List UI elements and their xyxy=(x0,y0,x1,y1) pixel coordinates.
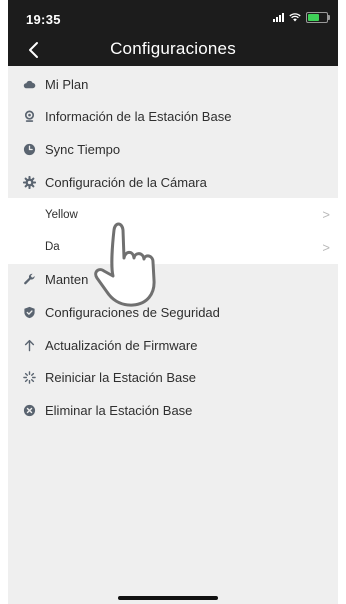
menu-item-security[interactable]: Configuraciones de Seguridad xyxy=(8,296,338,329)
menu-item-label: Eliminar la Estación Base xyxy=(45,402,193,418)
menu-item-label: Sync Tiempo xyxy=(45,141,121,157)
home-indicator xyxy=(118,596,218,600)
menu-item-restart-base-station[interactable]: Reiniciar la Estación Base xyxy=(8,361,338,394)
menu-item-mi-plan[interactable]: Mi Plan xyxy=(8,68,338,101)
nav-bar: Configuraciones xyxy=(8,34,338,66)
menu-item-label: Configuraciones de Seguridad xyxy=(45,304,220,320)
camera-item-da[interactable]: Da > xyxy=(8,230,338,264)
status-icons xyxy=(273,12,330,23)
signal-icon xyxy=(273,13,284,22)
camera-item-label: Yellow xyxy=(45,208,78,221)
settings-menu: Mi Plan Información de la Estación Base … xyxy=(8,66,338,427)
webcam-icon xyxy=(22,110,36,124)
gear-icon xyxy=(22,175,36,189)
menu-item-label: Configuración de la Cámara xyxy=(45,174,207,190)
menu-item-label: Mi Plan xyxy=(45,76,89,92)
menu-item-maintenance[interactable]: Manten xyxy=(8,264,338,297)
arrow-up-icon xyxy=(22,338,36,352)
status-time: 19:35 xyxy=(26,12,61,27)
camera-item-label: Da xyxy=(45,241,60,254)
remove-icon xyxy=(22,403,36,417)
menu-item-firmware-update[interactable]: Actualización de Firmware xyxy=(8,329,338,362)
cloud-icon xyxy=(22,77,36,91)
menu-item-camera-config[interactable]: Configuración de la Cámara xyxy=(8,166,338,199)
chevron-right-icon: > xyxy=(322,239,330,255)
page-title: Configuraciones xyxy=(110,39,236,58)
menu-item-sync-time[interactable]: Sync Tiempo xyxy=(8,133,338,166)
menu-item-base-station-info[interactable]: Información de la Estación Base xyxy=(8,101,338,134)
chevron-right-icon: > xyxy=(322,207,330,223)
wifi-icon xyxy=(289,13,301,22)
menu-item-label: Información de la Estación Base xyxy=(45,109,232,125)
loading-icon xyxy=(22,371,36,385)
menu-item-label: Manten xyxy=(45,272,89,288)
menu-item-delete-base-station[interactable]: Eliminar la Estación Base xyxy=(8,394,338,427)
shield-icon xyxy=(22,305,36,319)
camera-item-yellow[interactable]: Yellow > xyxy=(8,198,338,231)
clock-icon xyxy=(22,142,36,156)
menu-item-label: Actualización de Firmware xyxy=(45,337,198,353)
phone-screen: 19:35 Configuraciones Mi Plan Informació… xyxy=(8,0,338,604)
menu-item-label: Reiniciar la Estación Base xyxy=(45,370,197,386)
battery-icon xyxy=(306,12,330,23)
wrench-icon xyxy=(22,273,36,287)
status-bar: 19:35 xyxy=(8,0,338,34)
